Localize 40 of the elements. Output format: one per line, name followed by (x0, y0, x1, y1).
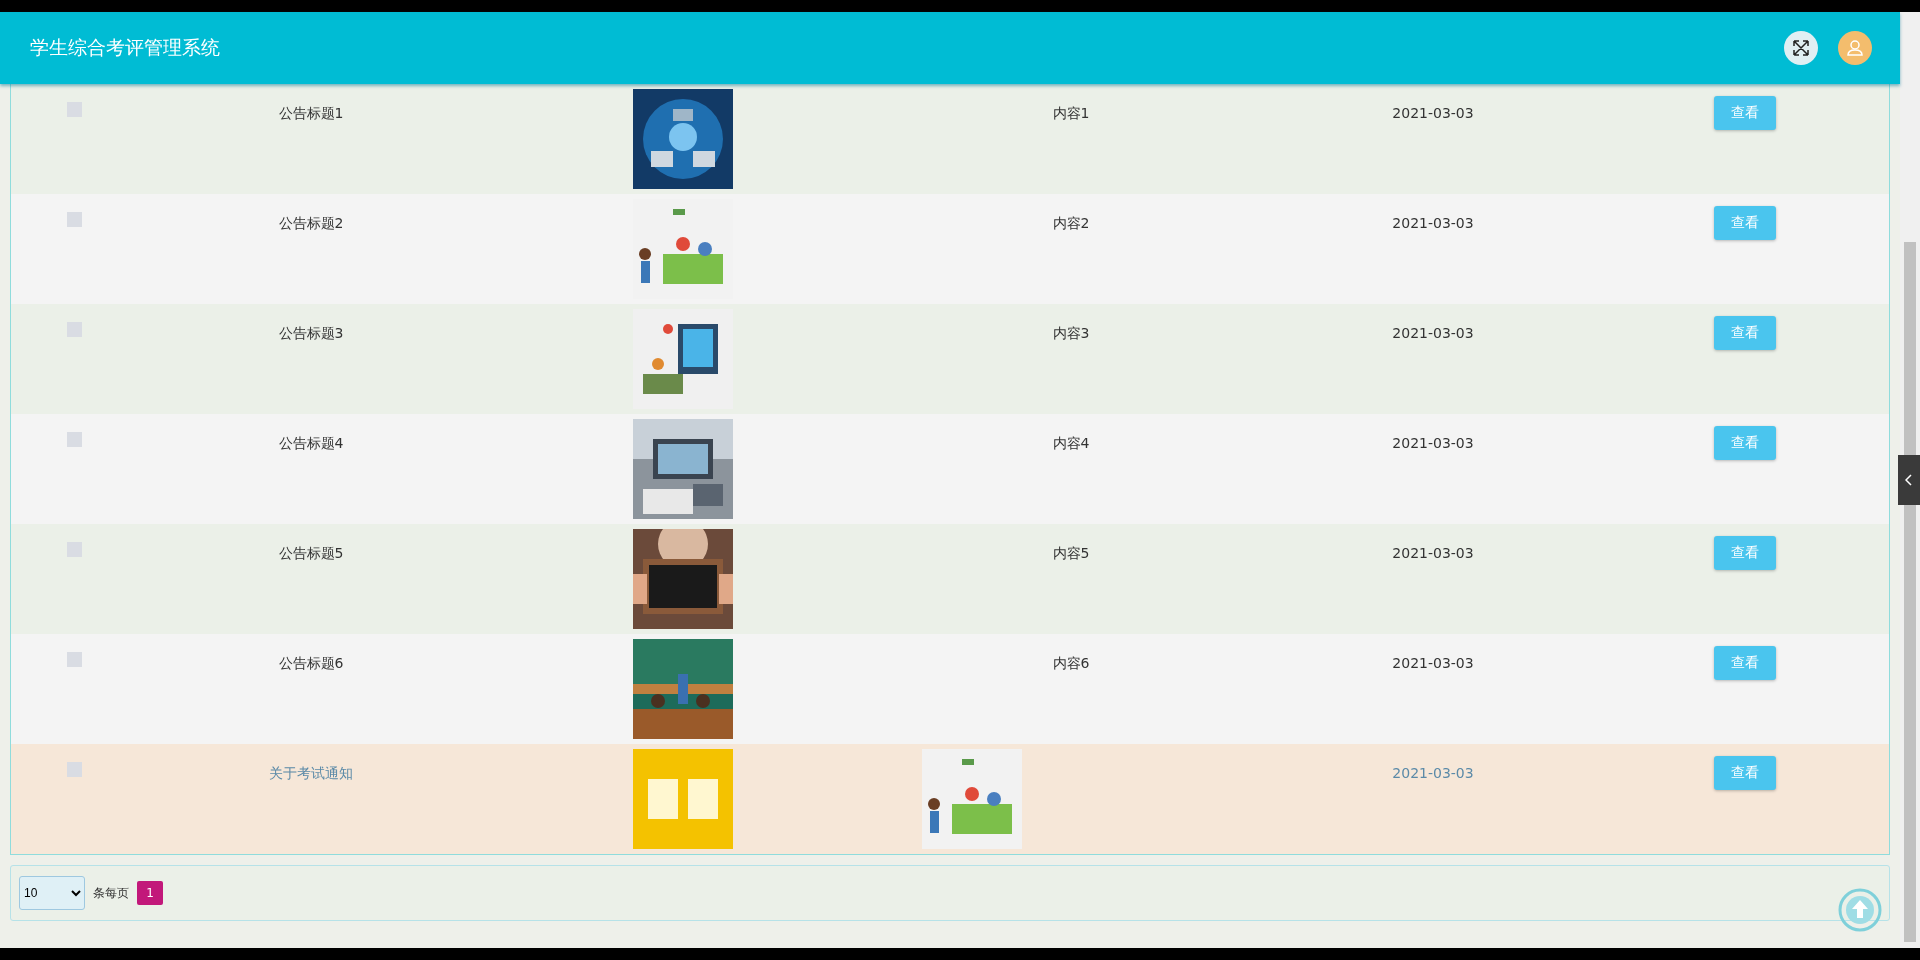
table-cell: 2021-03-03 (1392, 655, 1474, 671)
table-cell: 内容4 (1052, 435, 1090, 451)
per-page-label: 条每页 (93, 884, 129, 902)
table-cell: 公告标题3 (278, 325, 344, 341)
table-cell: 公告标题5 (278, 545, 344, 561)
fullscreen-icon[interactable] (1784, 31, 1818, 65)
table-cell: 内容3 (1052, 325, 1090, 341)
table-cell: 公告标题6 (278, 655, 344, 671)
table-cell: 2021-03-03 (1392, 435, 1474, 451)
view-button[interactable]: 查看 (1714, 206, 1776, 240)
table-cell: 内容2 (1052, 215, 1090, 231)
table-cell: 内容6 (1052, 655, 1090, 671)
table-cell: 内容5 (1052, 545, 1090, 561)
checkbox[interactable] (66, 762, 82, 777)
table-cell: 2021-03-03 (1392, 545, 1474, 561)
scroll-thumb[interactable] (1904, 242, 1916, 942)
page-button[interactable]: 1 (137, 881, 163, 905)
user-icon[interactable] (1838, 31, 1872, 65)
table-cell: 公告标题4 (278, 435, 344, 451)
checkbox[interactable] (66, 212, 82, 227)
view-button[interactable]: 查看 (1714, 756, 1776, 790)
table-cell: 2021-03-03 (1392, 325, 1474, 341)
table-cell: 2021-03-03 (1392, 105, 1474, 121)
chevron-icon (1905, 474, 1913, 486)
checkbox[interactable] (66, 652, 82, 667)
table-cell: 2021-03-03 (1392, 765, 1474, 781)
table-cell: 内容1 (1052, 105, 1090, 121)
view-button[interactable]: 查看 (1714, 646, 1776, 680)
table-cell: 关于考试通知 (269, 765, 353, 781)
page-size-select[interactable]: 10 (19, 876, 85, 910)
view-button[interactable]: 查看 (1714, 316, 1776, 350)
checkbox[interactable] (66, 432, 82, 447)
side-panel-toggle[interactable] (1898, 455, 1920, 505)
table-cell: 公告标题1 (278, 105, 344, 121)
view-button[interactable]: 查看 (1714, 536, 1776, 570)
table-cell: 公告标题2 (278, 215, 344, 231)
table-cell: 2021-03-03 (1392, 215, 1474, 231)
app-title: 学生综合考评管理系统 (30, 35, 220, 60)
view-button[interactable]: 查看 (1714, 426, 1776, 460)
view-button[interactable]: 查看 (1714, 96, 1776, 130)
